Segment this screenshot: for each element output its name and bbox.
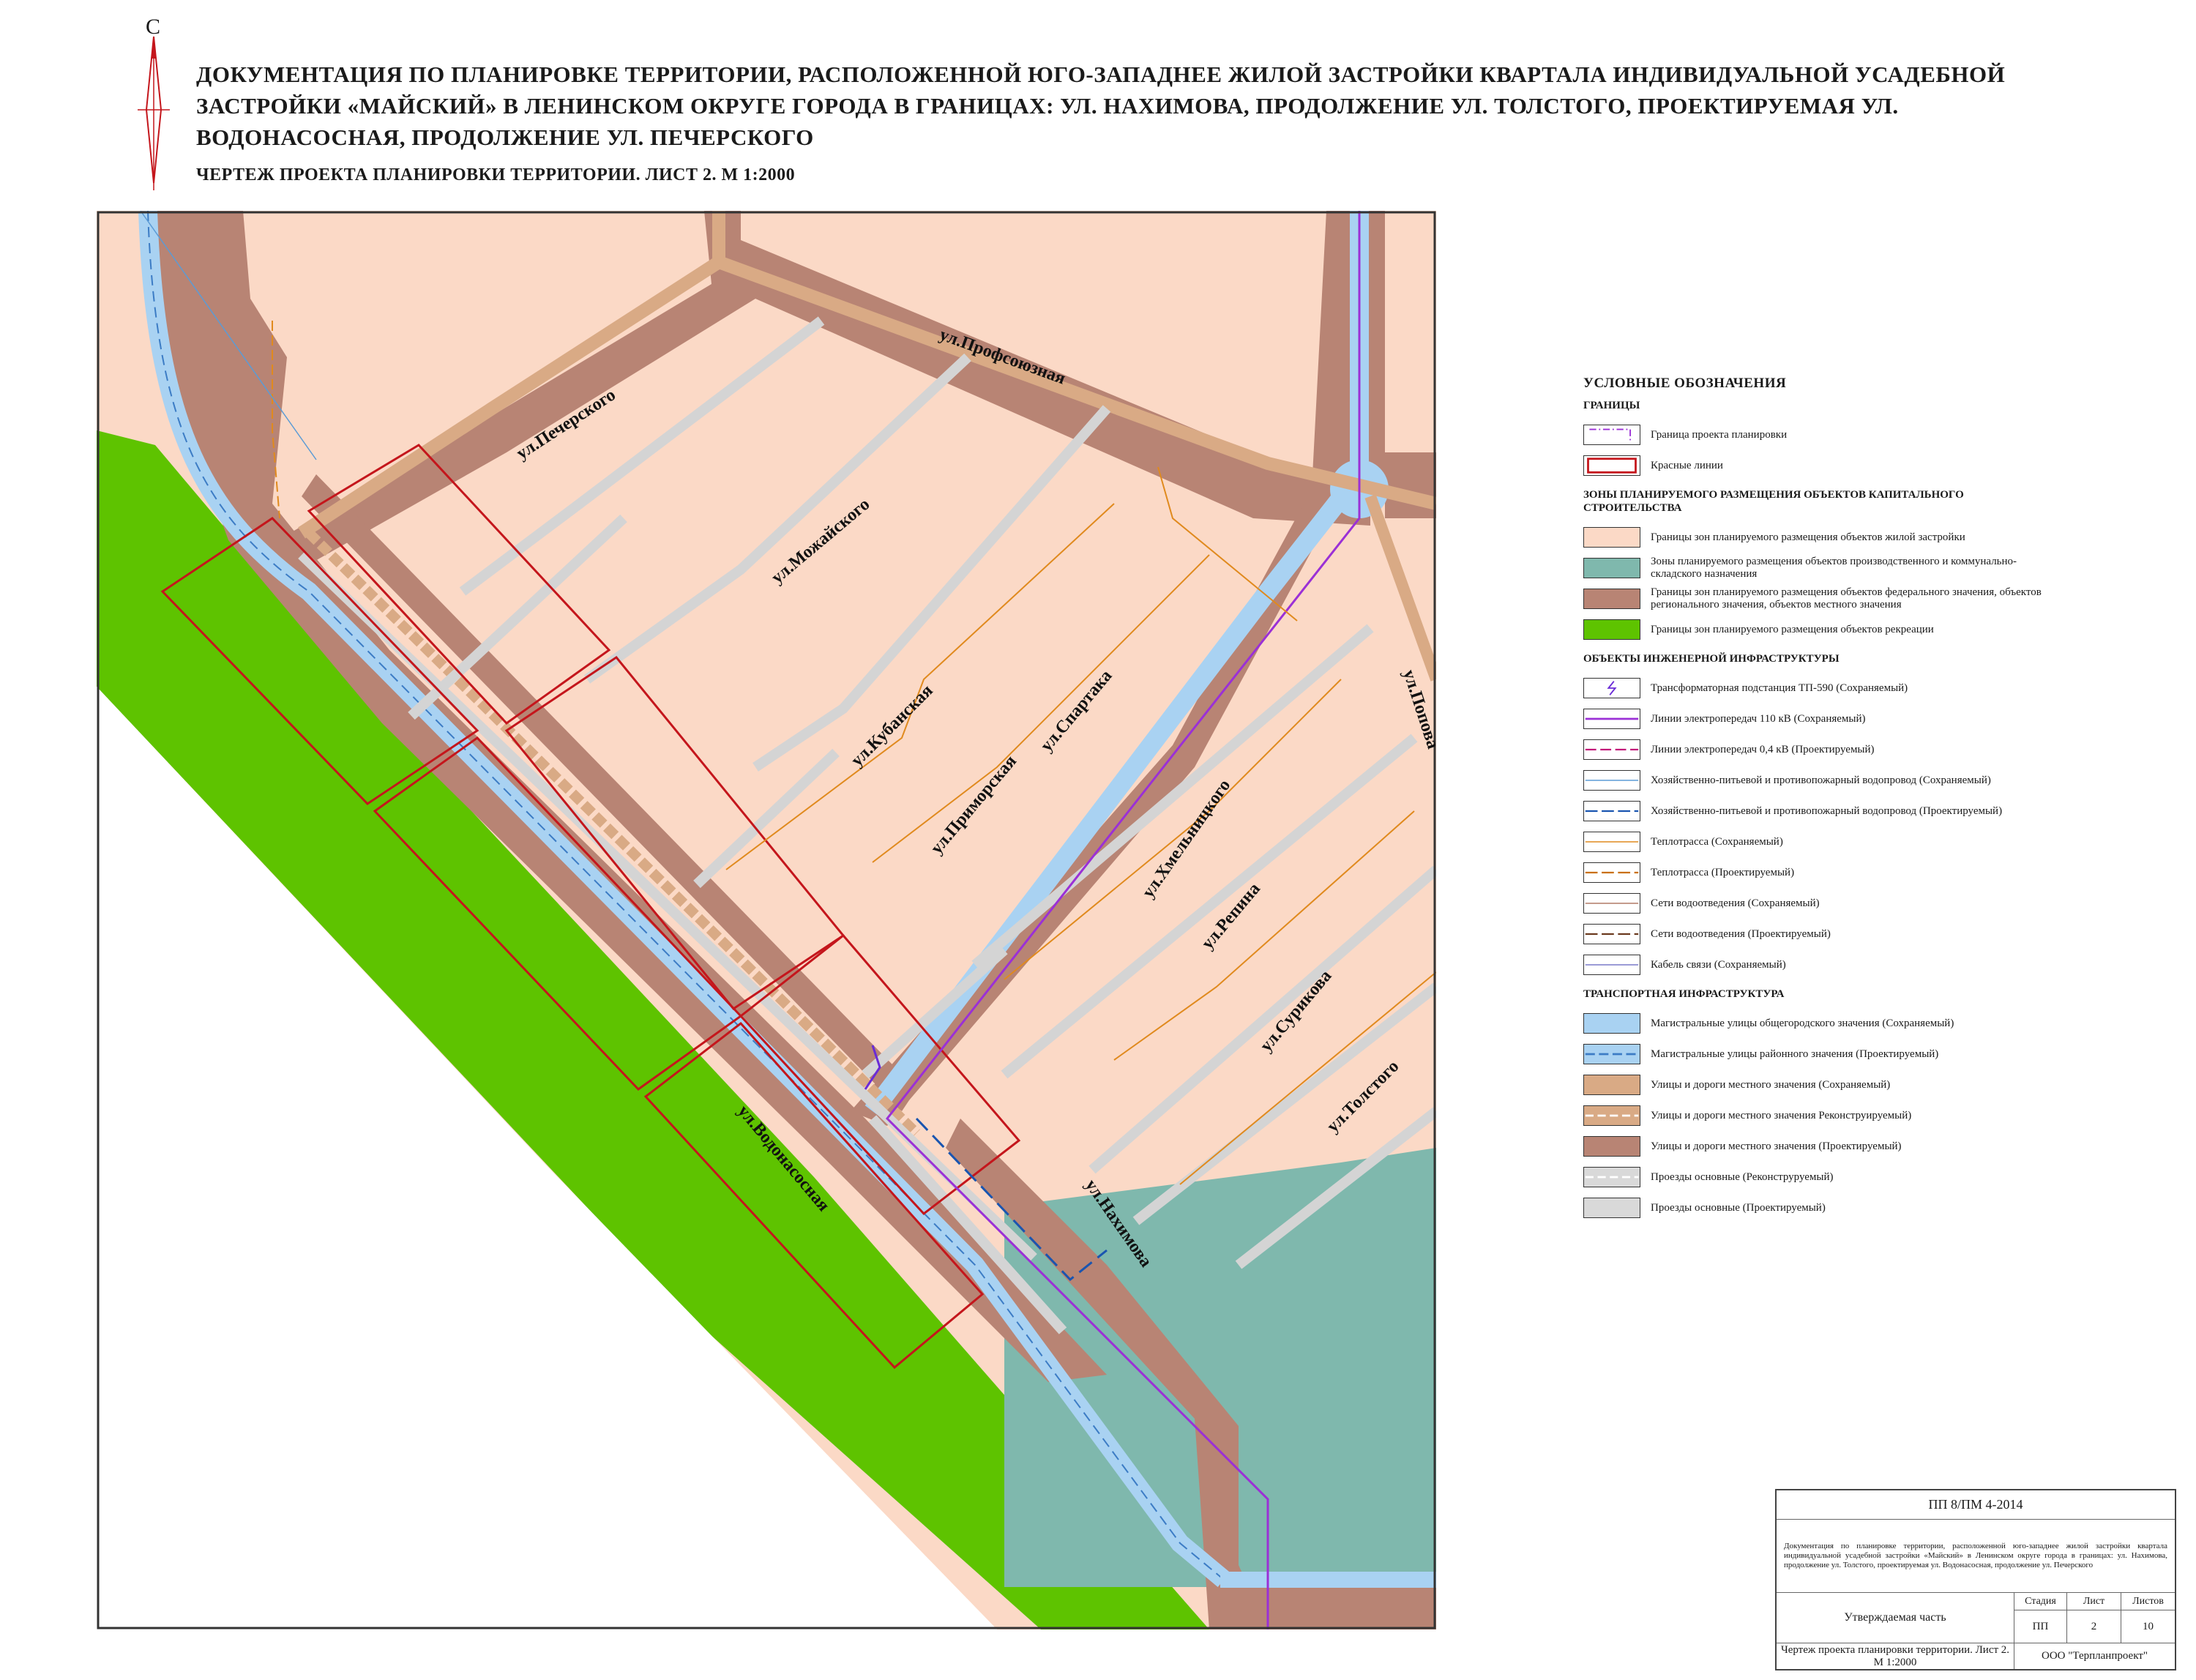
legend-item-main-city: Магистральные улицы общегородского значе… [1583, 1008, 2052, 1039]
stamp-part: Утверждаемая часть [1777, 1593, 2014, 1643]
water-existing-swatch-icon [1583, 770, 1640, 791]
drawing-sheet: С ДОКУМЕНТАЦИЯ ПО ПЛАНИРОВКЕ ТЕРРИТОРИИ,… [0, 0, 2196, 1680]
stamp-code: ПП 8/ПМ 4-2014 [1777, 1490, 2175, 1520]
heat-existing-swatch-icon [1583, 832, 1640, 852]
legend-item-sewer-planned: Сети водоотведения (Проектируемый) [1583, 919, 2052, 949]
legend-item-local-reconstructed: Улицы и дороги местного значения Реконст… [1583, 1100, 2052, 1131]
legend-item-water-planned: Хозяйственно-питьевой и противопожарный … [1583, 796, 2052, 826]
federal-swatch-icon [1583, 589, 1640, 609]
plan-border-swatch-icon [1583, 425, 1640, 445]
title-block: ПП 8/ПМ 4-2014 Документация по планировк… [1775, 1489, 2176, 1670]
north-arrow-icon [138, 36, 170, 190]
planning-map: ул.Печерского ул.Можайского ул.Кубанская… [97, 211, 1436, 1629]
legend-item-power-110: Линии электропередач 110 кВ (Сохраняемый… [1583, 703, 2052, 734]
local-planned-swatch-icon [1583, 1136, 1640, 1157]
driveway-reconstructed-swatch-icon [1583, 1167, 1640, 1187]
legend-item-driveway-planned: Проезды основные (Проектируемый) [1583, 1192, 2052, 1223]
legend-item-local-existing: Улицы и дороги местного значения (Сохран… [1583, 1069, 2052, 1100]
heat-planned-swatch-icon [1583, 862, 1640, 883]
legend-item-heat-planned: Теплотрасса (Проектируемый) [1583, 857, 2052, 888]
local-existing-swatch-icon [1583, 1075, 1640, 1095]
stamp-value-sheet: 2 [2067, 1610, 2121, 1643]
stamp-value-stage: ПП [2014, 1610, 2067, 1643]
power-110-swatch-icon [1583, 709, 1640, 729]
legend-item-water-existing: Хозяйственно-питьевой и противопожарный … [1583, 765, 2052, 796]
legend-section-transport: ТРАНСПОРТНАЯ ИНФРАСТРУКТУРА [1583, 988, 1785, 1000]
stamp-header-sheets: Листов [2121, 1593, 2175, 1610]
stamp-drawing-name: Чертеж проекта планировки территории. Ли… [1777, 1643, 2014, 1669]
legend-item-heat-existing: Теплотрасса (Сохраняемый) [1583, 826, 2052, 857]
document-title: ДОКУМЕНТАЦИЯ ПО ПЛАНИРОВКЕ ТЕРРИТОРИИ, Р… [196, 61, 2006, 150]
legend-title: УСЛОВНЫЕ ОБОЗНАЧЕНИЯ [1583, 376, 1787, 391]
main-district-swatch-icon [1583, 1044, 1640, 1064]
legend-item-power-04: Линии электропередач 0,4 кВ (Проектируем… [1583, 734, 2052, 765]
recreation-swatch-icon [1583, 619, 1640, 640]
cable-swatch-icon [1583, 955, 1640, 975]
legend-item-local-planned: Улицы и дороги местного значения (Проект… [1583, 1131, 2052, 1162]
legend-section-engineering: ОБЪЕКТЫ ИНЖЕНЕРНОЙ ИНФРАСТРУКТУРЫ [1583, 653, 1840, 665]
legend-section-zones: ЗОНЫ ПЛАНИРУЕМОГО РАЗМЕЩЕНИЯ ОБЪЕКТОВ КА… [1583, 489, 1964, 514]
power-04-swatch-icon [1583, 739, 1640, 760]
legend-item-cable: Кабель связи (Сохраняемый) [1583, 949, 2052, 980]
stamp-header-stage: Стадия [2014, 1593, 2067, 1610]
local-reconstructed-swatch-icon [1583, 1105, 1640, 1126]
main-city-swatch-icon [1583, 1013, 1640, 1034]
stamp-description: Документация по планировке территории, р… [1777, 1520, 2175, 1593]
driveway-planned-swatch-icon [1583, 1198, 1640, 1218]
legend-item-federal-zone: Границы зон планируемого размещения объе… [1583, 583, 2052, 614]
legend-item-red-lines: Красные линии [1583, 450, 2052, 481]
map-legend: УСЛОВНЫЕ ОБОЗНАЧЕНИЯ ГРАНИЦЫ Граница про… [1583, 376, 2052, 1223]
sewer-planned-swatch-icon [1583, 924, 1640, 944]
legend-item-residential-zone: Границы зон планируемого размещения объе… [1583, 522, 2052, 553]
stamp-header-sheet: Лист [2067, 1593, 2121, 1610]
legend-section-borders: ГРАНИЦЫ [1583, 400, 1640, 411]
legend-item-recreation-zone: Границы зон планируемого размещения объе… [1583, 614, 2052, 645]
legend-item-plan-border: Граница проекта планировки [1583, 419, 2052, 450]
legend-item-driveway-reconstructed: Проезды основные (Реконструруемый) [1583, 1162, 2052, 1192]
sewer-existing-swatch-icon [1583, 893, 1640, 914]
legend-item-main-district: Магистральные улицы районного значения (… [1583, 1039, 2052, 1069]
legend-item-sewer-existing: Сети водоотведения (Сохраняемый) [1583, 888, 2052, 919]
stamp-organization: ООО "Терпланпроект" [2014, 1643, 2175, 1669]
water-planned-swatch-icon [1583, 801, 1640, 821]
substation-swatch-icon [1583, 678, 1640, 698]
map-svg: ул.Печерского ул.Можайского ул.Кубанская… [97, 211, 1436, 1629]
road-zone-south [1209, 1587, 1436, 1629]
red-lines-swatch-icon [1583, 455, 1640, 476]
stamp-value-sheets: 10 [2143, 1620, 2154, 1632]
legend-item-substation: Трансформаторная подстанция ТП-590 (Сохр… [1583, 673, 2052, 703]
document-subtitle: ЧЕРТЕЖ ПРОЕКТА ПЛАНИРОВКИ ТЕРРИТОРИИ. ЛИ… [196, 165, 796, 184]
residential-swatch-icon [1583, 527, 1640, 548]
industrial-swatch-icon [1583, 558, 1640, 578]
legend-item-industrial-zone: Зоны планируемого размещения объектов пр… [1583, 553, 2052, 583]
